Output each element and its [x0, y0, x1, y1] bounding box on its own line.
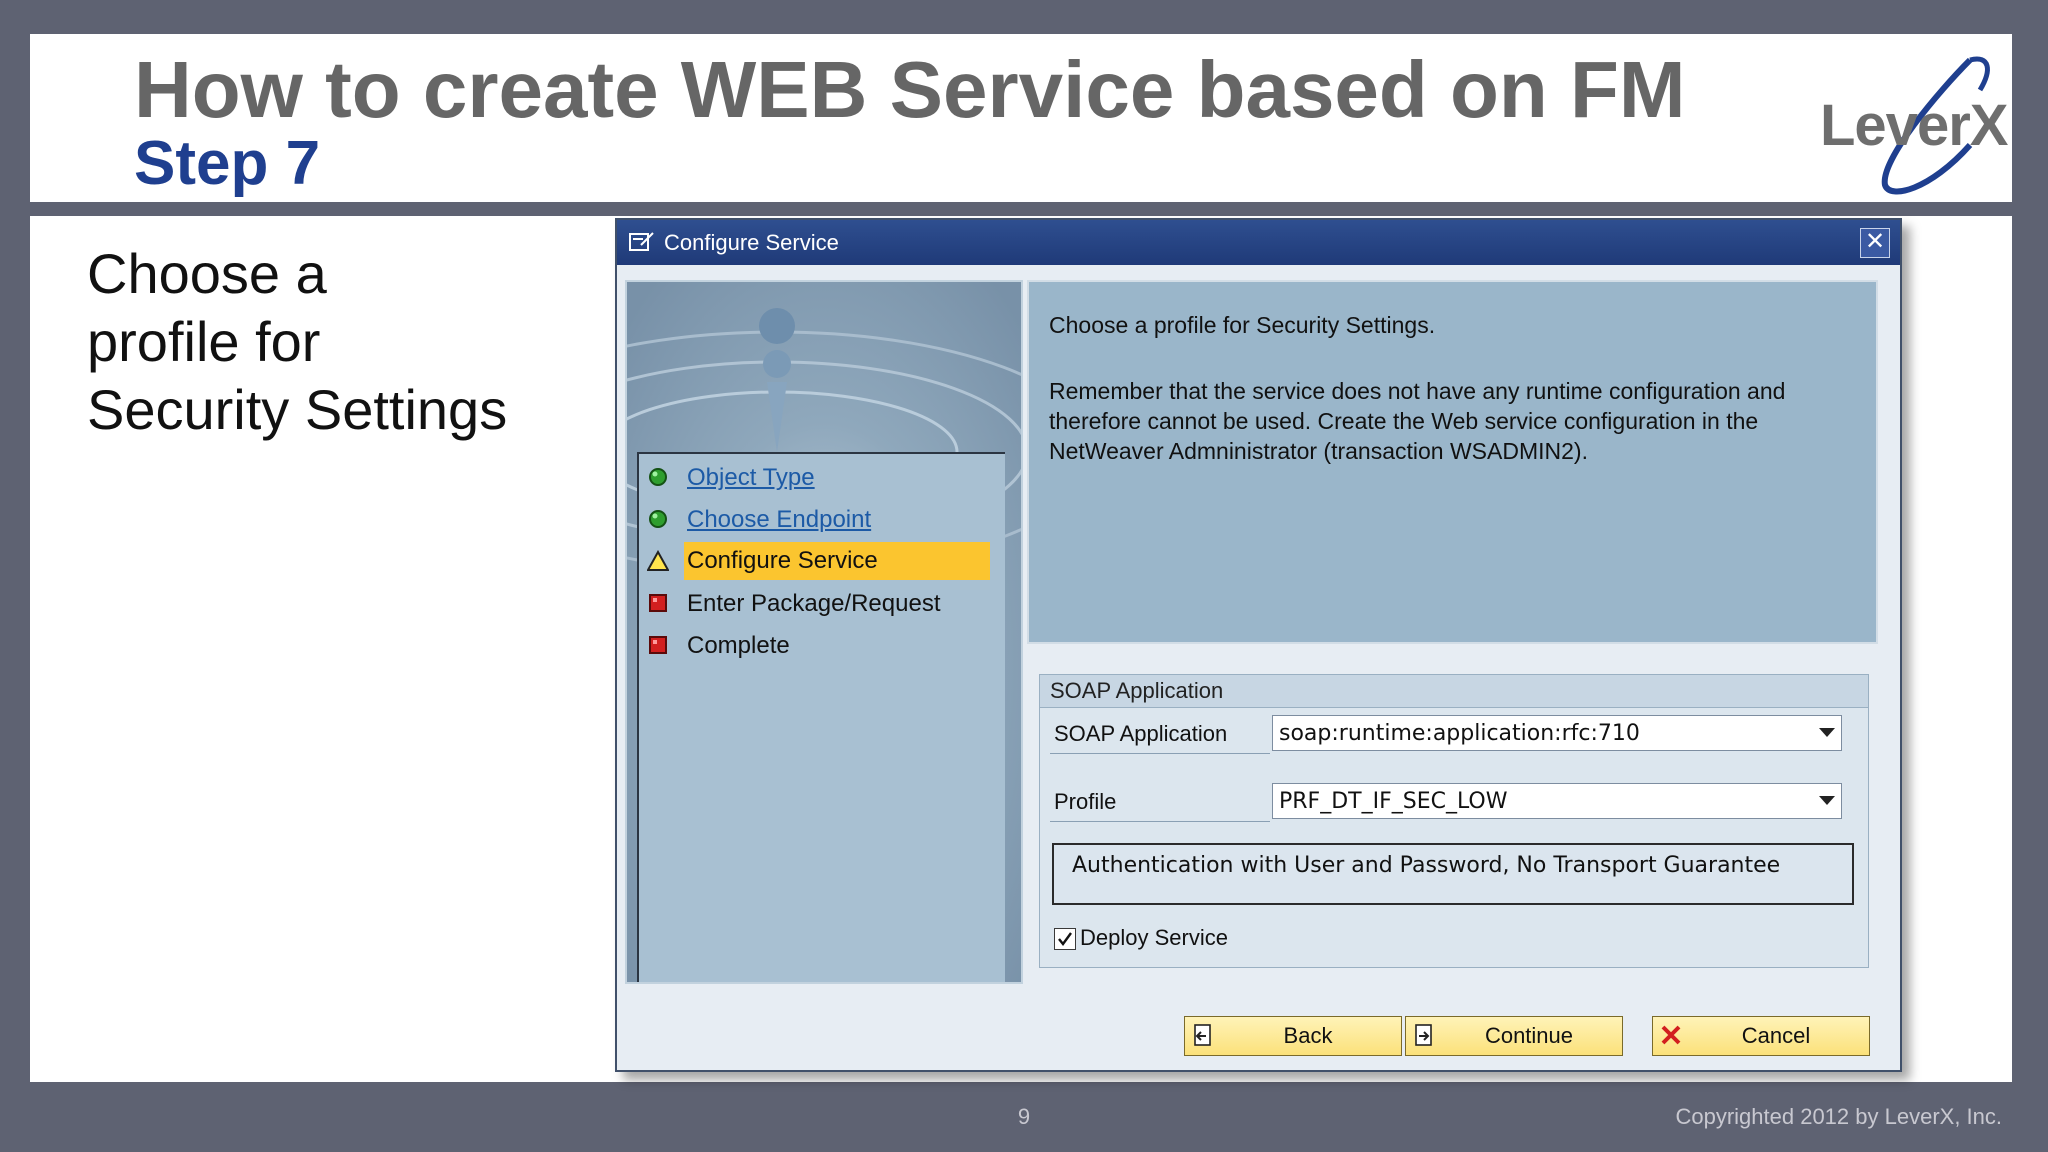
profile-label: Profile: [1054, 789, 1117, 814]
group-title: SOAP Application: [1040, 675, 1868, 708]
select-value: PRF_DT_IF_SEC_LOW: [1279, 789, 1508, 814]
button-label: Cancel: [1741, 1023, 1811, 1048]
slide-title: How to create WEB Service based on FM: [134, 45, 1686, 134]
checkmark-icon: [1058, 932, 1072, 946]
leverx-logo: LeverX: [1820, 50, 2008, 200]
continue-button[interactable]: Continue: [1405, 1016, 1623, 1056]
dialog-title: Configure Service: [664, 230, 839, 255]
side-text-line: Security Settings: [87, 378, 508, 441]
field-divider: [1050, 753, 1270, 754]
step-choose-endpoint[interactable]: Choose Endpoint: [639, 500, 1005, 538]
deploy-service-label: Deploy Service: [1080, 925, 1228, 950]
configure-service-dialog: Configure Service ✕ Object Type Choose E…: [615, 218, 1902, 1072]
chevron-down-icon[interactable]: [1819, 728, 1835, 737]
red-square-icon: [649, 636, 667, 654]
soap-application-group: SOAP Application SOAP Application soap:r…: [1039, 674, 1869, 968]
dialog-titlebar[interactable]: Configure Service ✕: [617, 220, 1900, 265]
cancel-button[interactable]: Cancel: [1652, 1016, 1870, 1056]
slide-subtitle: Step 7: [134, 129, 321, 198]
red-square-icon: [649, 594, 667, 612]
green-circle-icon: [649, 510, 667, 528]
page-number: 9: [1017, 1104, 1031, 1129]
continue-document-icon: [1415, 1024, 1432, 1046]
step-label: Complete: [687, 632, 790, 659]
profile-description: Authentication with User and Password, N…: [1052, 843, 1854, 905]
dialog-window-icon: [629, 232, 654, 251]
slide-header: How to create WEB Service based on FM St…: [30, 34, 2012, 202]
button-label: Back: [1283, 1023, 1333, 1048]
step-complete[interactable]: Complete: [639, 626, 1005, 664]
side-instruction: Choose a profile for Security Settings: [87, 240, 557, 444]
button-label: Continue: [1484, 1023, 1574, 1048]
info-panel: Choose a profile for Security Settings. …: [1027, 280, 1878, 644]
red-x-icon: [1661, 1025, 1681, 1045]
yellow-triangle-icon: [647, 550, 669, 571]
logo-text: LeverX: [1820, 93, 2008, 158]
info-heading: Choose a profile for Security Settings.: [1049, 312, 1436, 338]
roadmap-panel: Object Type Choose Endpoint Configure Se…: [625, 280, 1023, 984]
close-button[interactable]: ✕: [1860, 228, 1890, 258]
field-divider: [1050, 821, 1270, 822]
chevron-down-icon[interactable]: [1819, 796, 1835, 805]
copyright-text: Copyrighted 2012 by LeverX, Inc.: [1675, 1104, 2002, 1129]
step-label: Enter Package/Request: [687, 590, 941, 617]
step-label[interactable]: Object Type: [684, 464, 818, 492]
back-button[interactable]: Back: [1184, 1016, 1402, 1056]
step-label[interactable]: Choose Endpoint: [684, 506, 874, 534]
back-document-icon: [1194, 1024, 1211, 1046]
step-enter-package[interactable]: Enter Package/Request: [639, 584, 1005, 622]
green-circle-icon: [649, 468, 667, 486]
step-configure-service[interactable]: Configure Service: [639, 542, 1005, 580]
profile-description-text: Authentication with User and Password, N…: [1072, 853, 1781, 878]
select-value: soap:runtime:application:rfc:710: [1279, 721, 1640, 746]
info-paragraph: Remember that the service does not have …: [1049, 378, 1786, 464]
soap-application-select[interactable]: soap:runtime:application:rfc:710: [1272, 715, 1842, 751]
step-object-type[interactable]: Object Type: [639, 458, 1005, 496]
step-label: Configure Service: [684, 542, 990, 580]
roadmap-steps: Object Type Choose Endpoint Configure Se…: [637, 452, 1005, 982]
deploy-service-checkbox[interactable]: [1054, 928, 1076, 950]
soap-application-label: SOAP Application: [1054, 721, 1228, 746]
side-text-line: profile for: [87, 310, 321, 373]
profile-select[interactable]: PRF_DT_IF_SEC_LOW: [1272, 783, 1842, 819]
side-text-line: Choose a: [87, 242, 327, 305]
